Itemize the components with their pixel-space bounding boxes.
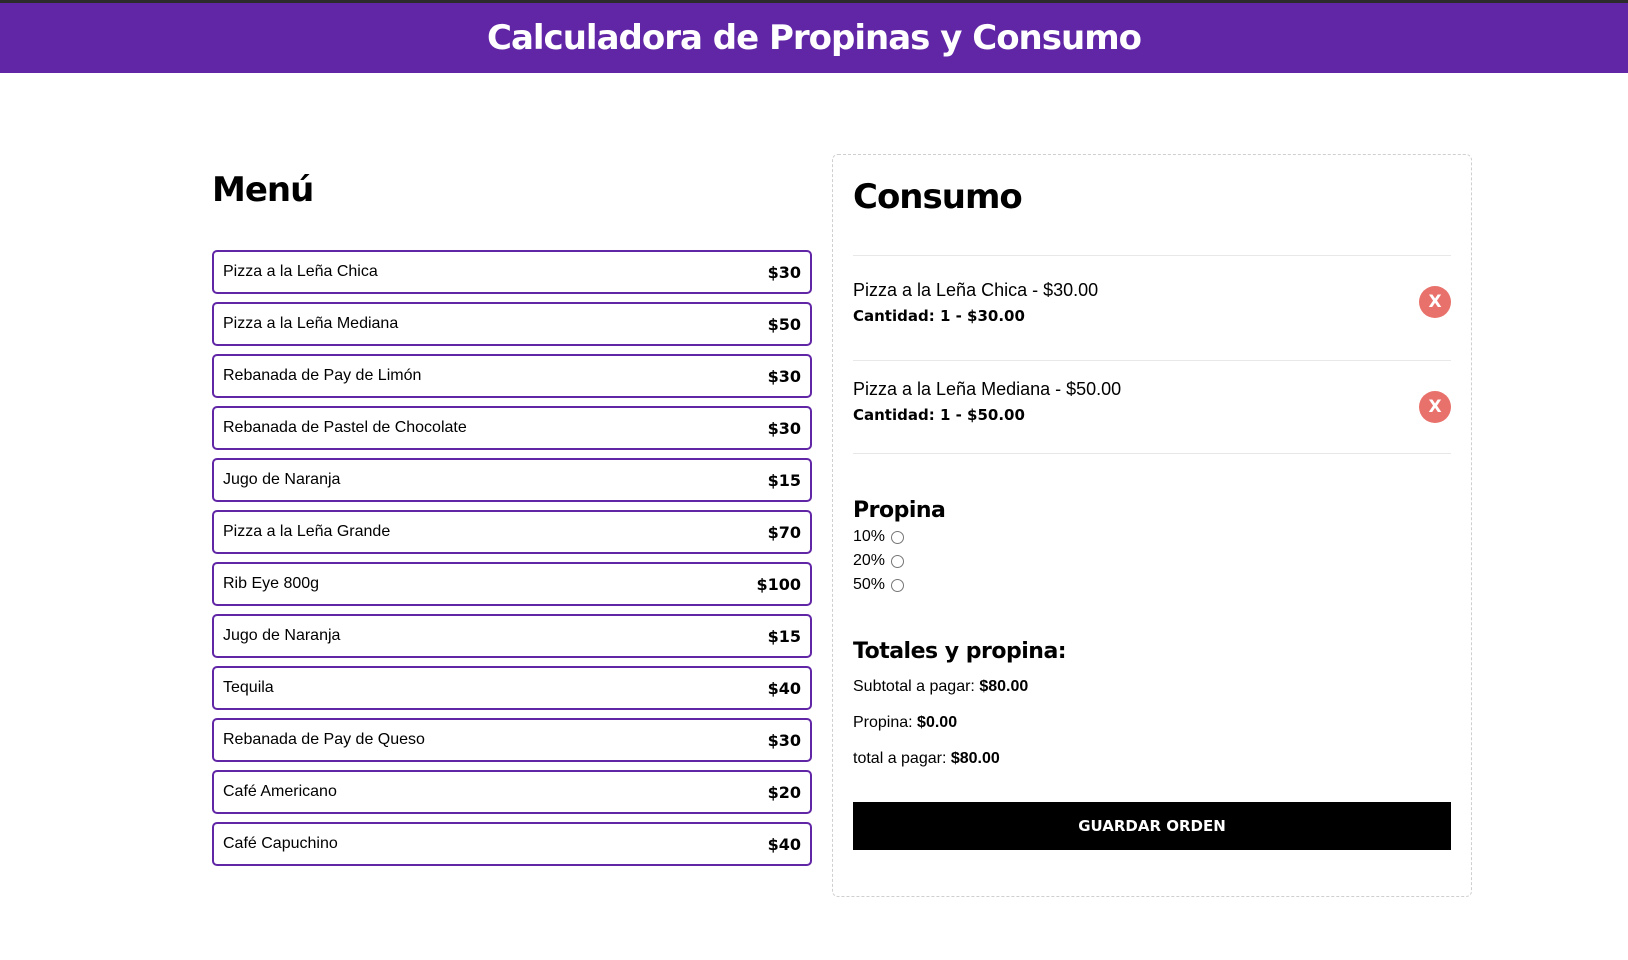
menu-item-name: Rib Eye 800g [223, 575, 320, 592]
menu-title: Menú [212, 170, 314, 210]
menu-item-name: Pizza a la Leña Chica [223, 263, 378, 280]
tip-option-label: 10% [853, 528, 886, 545]
tip-option-20[interactable]: 20% [853, 549, 1451, 573]
menu-item-name: Café Capuchino [223, 835, 338, 852]
menu-item[interactable]: Café Americano $20 [212, 770, 812, 814]
menu-item-name: Rebanada de Pay de Queso [223, 731, 425, 748]
menu-item[interactable]: Rib Eye 800g $100 [212, 562, 812, 606]
menu-item-price: $70 [767, 522, 801, 542]
menu-item-price: $15 [767, 626, 801, 646]
menu-item[interactable]: Rebanada de Pastel de Chocolate $30 [212, 406, 812, 450]
menu-item-name: Jugo de Naranja [223, 471, 341, 488]
menu-item[interactable]: Rebanada de Pay de Queso $30 [212, 718, 812, 762]
menu-item-price: $30 [767, 730, 801, 750]
menu-item-name: Pizza a la Leña Grande [223, 523, 391, 540]
menu-item-name: Rebanada de Pay de Limón [223, 367, 422, 384]
tip-title: Propina [853, 498, 946, 523]
subtotal-label: Subtotal a pagar: [853, 678, 975, 695]
total-value: $80.00 [950, 750, 1000, 767]
order-item-name: Pizza a la Leña Mediana - $50.00 [853, 378, 1122, 399]
menu-item[interactable]: Jugo de Naranja $15 [212, 458, 812, 502]
menu-item-price: $30 [767, 262, 801, 282]
total-line: total a pagar: $80.00 [853, 750, 1451, 786]
app-header: Calculadora de Propinas y Consumo [0, 0, 1628, 73]
menu-item-name: Jugo de Naranja [223, 627, 341, 644]
menu-item[interactable]: Pizza a la Leña Chica $30 [212, 250, 812, 294]
menu-item-name: Pizza a la Leña Mediana [223, 315, 399, 332]
subtotal-line: Subtotal a pagar: $80.00 [853, 678, 1451, 714]
menu-item-price: $40 [767, 678, 801, 698]
tip-radio-50[interactable] [891, 578, 905, 592]
totals-title: Totales y propina: [853, 639, 1067, 664]
menu-section: Menú Pizza a la Leña Chica $30 Pizza a la… [212, 170, 812, 866]
menu-item-name: Café Americano [223, 783, 337, 800]
page-title: Calculadora de Propinas y Consumo [487, 18, 1142, 58]
total-label: total a pagar: [853, 750, 947, 767]
menu-item[interactable]: Rebanada de Pay de Limón $30 [212, 354, 812, 398]
menu-item-price: $30 [767, 418, 801, 438]
subtotal-value: $80.00 [979, 678, 1029, 695]
menu-list: Pizza a la Leña Chica $30 Pizza a la Leña… [212, 250, 812, 866]
menu-item-price: $40 [767, 834, 801, 854]
tip-radio-20[interactable] [891, 554, 905, 568]
tip-option-label: 50% [853, 576, 886, 593]
tip-option-label: 20% [853, 552, 886, 569]
menu-item[interactable]: Pizza a la Leña Grande $70 [212, 510, 812, 554]
consumo-panel: Consumo Pizza a la Leña Chica - $30.00 C… [832, 154, 1472, 897]
order-item: Pizza a la Leña Chica - $30.00 Cantidad:… [853, 256, 1451, 361]
menu-item-name: Rebanada de Pastel de Chocolate [223, 419, 467, 436]
tip-section: Propina 10% 20% 50% [853, 498, 1451, 597]
remove-item-button[interactable]: X [1419, 286, 1451, 318]
order-item: Pizza a la Leña Mediana - $50.00 Cantida… [853, 361, 1451, 454]
menu-item-name: Tequila [223, 679, 274, 696]
remove-item-button[interactable]: X [1419, 391, 1451, 423]
menu-item-price: $100 [756, 574, 801, 594]
consumo-title: Consumo [853, 177, 1023, 217]
menu-item[interactable]: Pizza a la Leña Mediana $50 [212, 302, 812, 346]
menu-item[interactable]: Jugo de Naranja $15 [212, 614, 812, 658]
tip-option-10[interactable]: 10% [853, 525, 1451, 549]
order-item-quantity: Cantidad: 1 - $50.00 [853, 405, 1025, 424]
tip-amount-line: Propina: $0.00 [853, 714, 1451, 750]
tip-amount-value: $0.00 [917, 714, 958, 731]
menu-item-price: $30 [767, 366, 801, 386]
tip-option-50[interactable]: 50% [853, 573, 1451, 597]
tip-radio-10[interactable] [891, 530, 905, 544]
menu-item-price: $20 [767, 782, 801, 802]
menu-item[interactable]: Tequila $40 [212, 666, 812, 710]
order-list: Pizza a la Leña Chica - $30.00 Cantidad:… [853, 255, 1451, 454]
tip-amount-label: Propina: [853, 714, 913, 731]
order-item-name: Pizza a la Leña Chica - $30.00 [853, 279, 1099, 300]
totals-section: Totales y propina: Subtotal a pagar: $80… [853, 639, 1451, 786]
menu-item-price: $50 [767, 314, 801, 334]
save-order-button[interactable]: GUARDAR ORDEN [853, 802, 1451, 850]
menu-item-price: $15 [767, 470, 801, 490]
order-item-quantity: Cantidad: 1 - $30.00 [853, 306, 1025, 325]
menu-item[interactable]: Café Capuchino $40 [212, 822, 812, 866]
